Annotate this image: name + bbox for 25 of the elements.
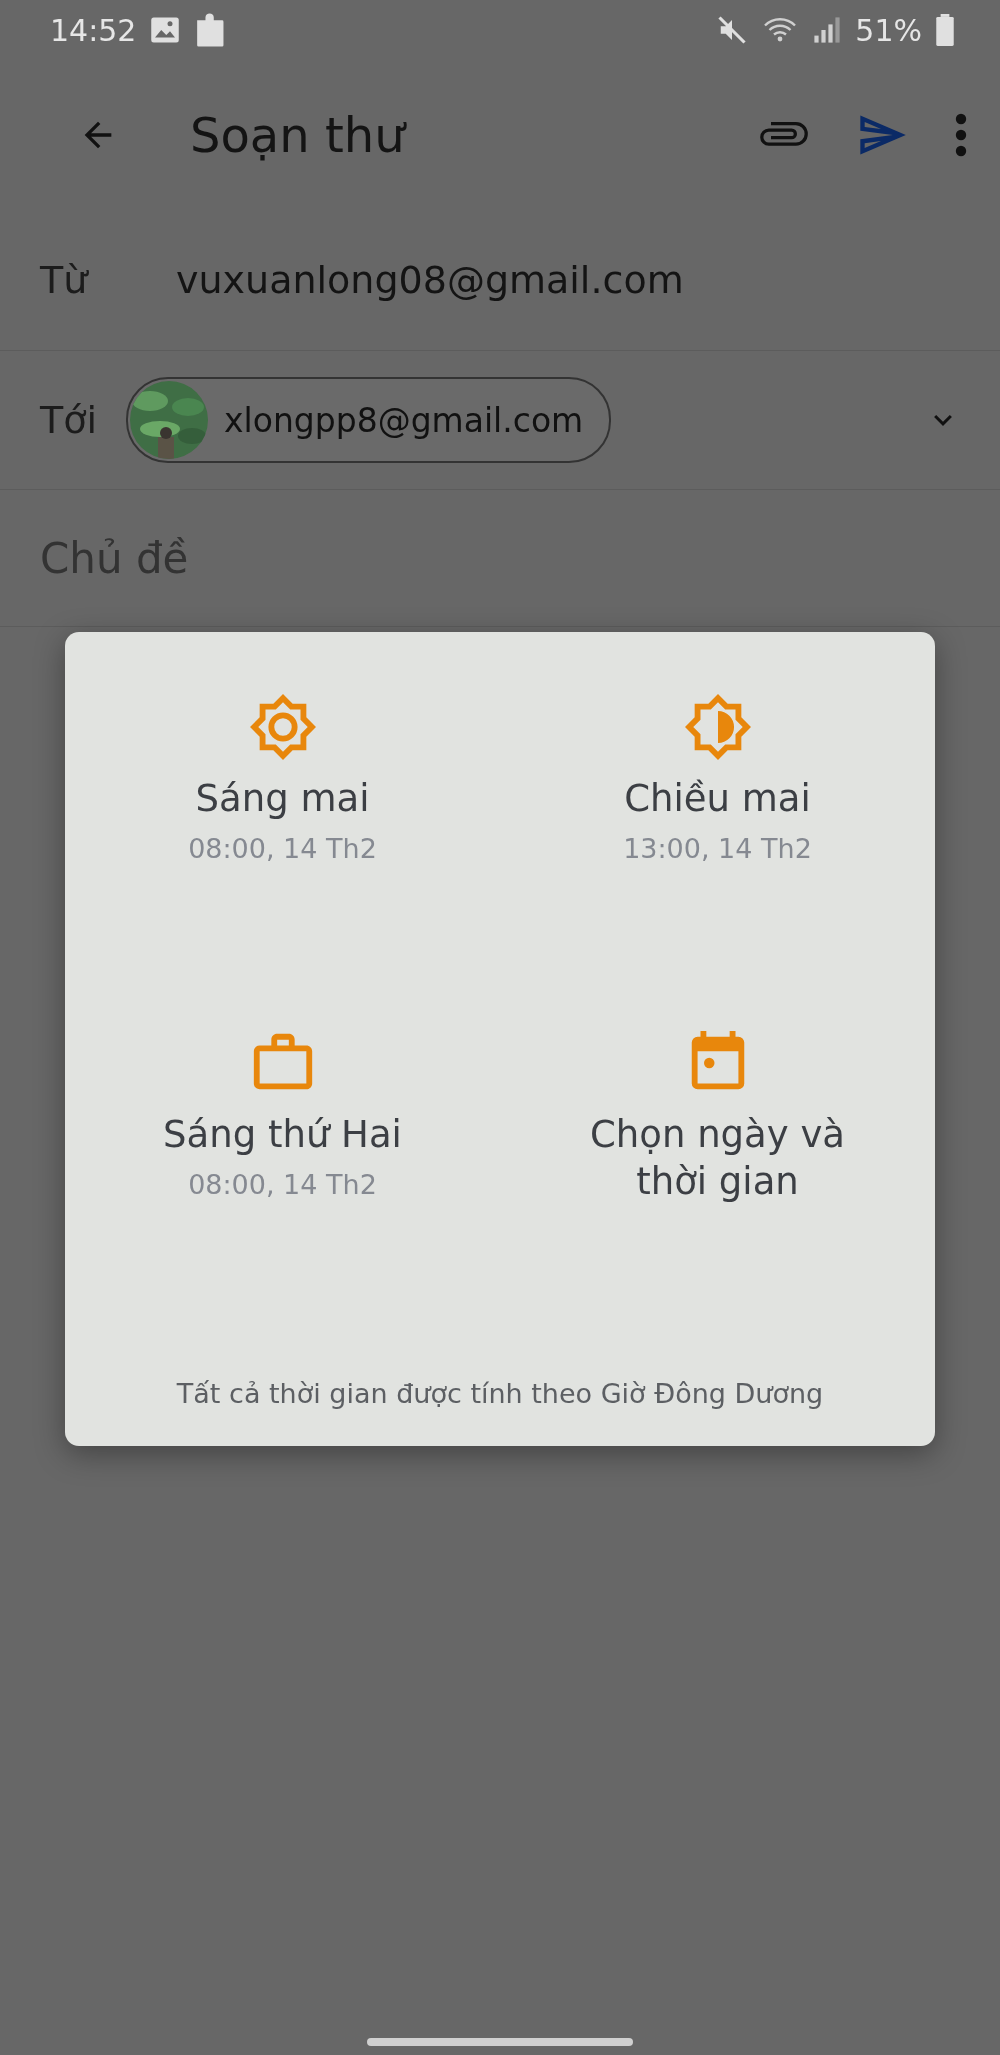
- schedule-option[interactable]: Chọn ngày và thời gian: [500, 1028, 935, 1364]
- schedule-option[interactable]: Sáng thứ Hai 08:00, 14 Th2: [65, 1028, 500, 1364]
- battery-icon: [936, 14, 954, 46]
- option-time: 08:00, 14 Th2: [188, 1169, 377, 1200]
- option-time: 13:00, 14 Th2: [623, 833, 812, 864]
- signal-icon: [813, 16, 842, 44]
- mute-icon: [717, 15, 748, 45]
- schedule-option[interactable]: Sáng mai 08:00, 14 Th2: [65, 692, 500, 1028]
- image-icon: [150, 16, 181, 44]
- more-options-icon: [954, 113, 968, 157]
- option-time: 08:00, 14 Th2: [188, 833, 377, 864]
- option-title: Sáng mai: [195, 776, 370, 822]
- schedule-option[interactable]: Chiều mai 13:00, 14 Th2: [500, 692, 935, 1028]
- option-title: Chiều mai: [624, 776, 811, 822]
- option-title: Chọn ngày và thời gian: [589, 1112, 846, 1205]
- from-address: vuxuanlong08@gmail.com: [176, 258, 684, 302]
- option-title: Sáng thứ Hai: [163, 1112, 402, 1158]
- timezone-note: Tất cả thời gian được tính theo Giờ Đông Dương: [176, 1378, 824, 1409]
- from-label: Từ: [40, 258, 90, 302]
- to-label: Tới: [40, 398, 99, 442]
- chevron-down-icon: [934, 414, 952, 426]
- status-time: 14:52: [50, 12, 137, 48]
- recipient-address: xlongpp8@gmail.com: [224, 400, 584, 440]
- battery-percent: 51%: [855, 12, 922, 48]
- screen-title: Soạn thư: [190, 107, 408, 163]
